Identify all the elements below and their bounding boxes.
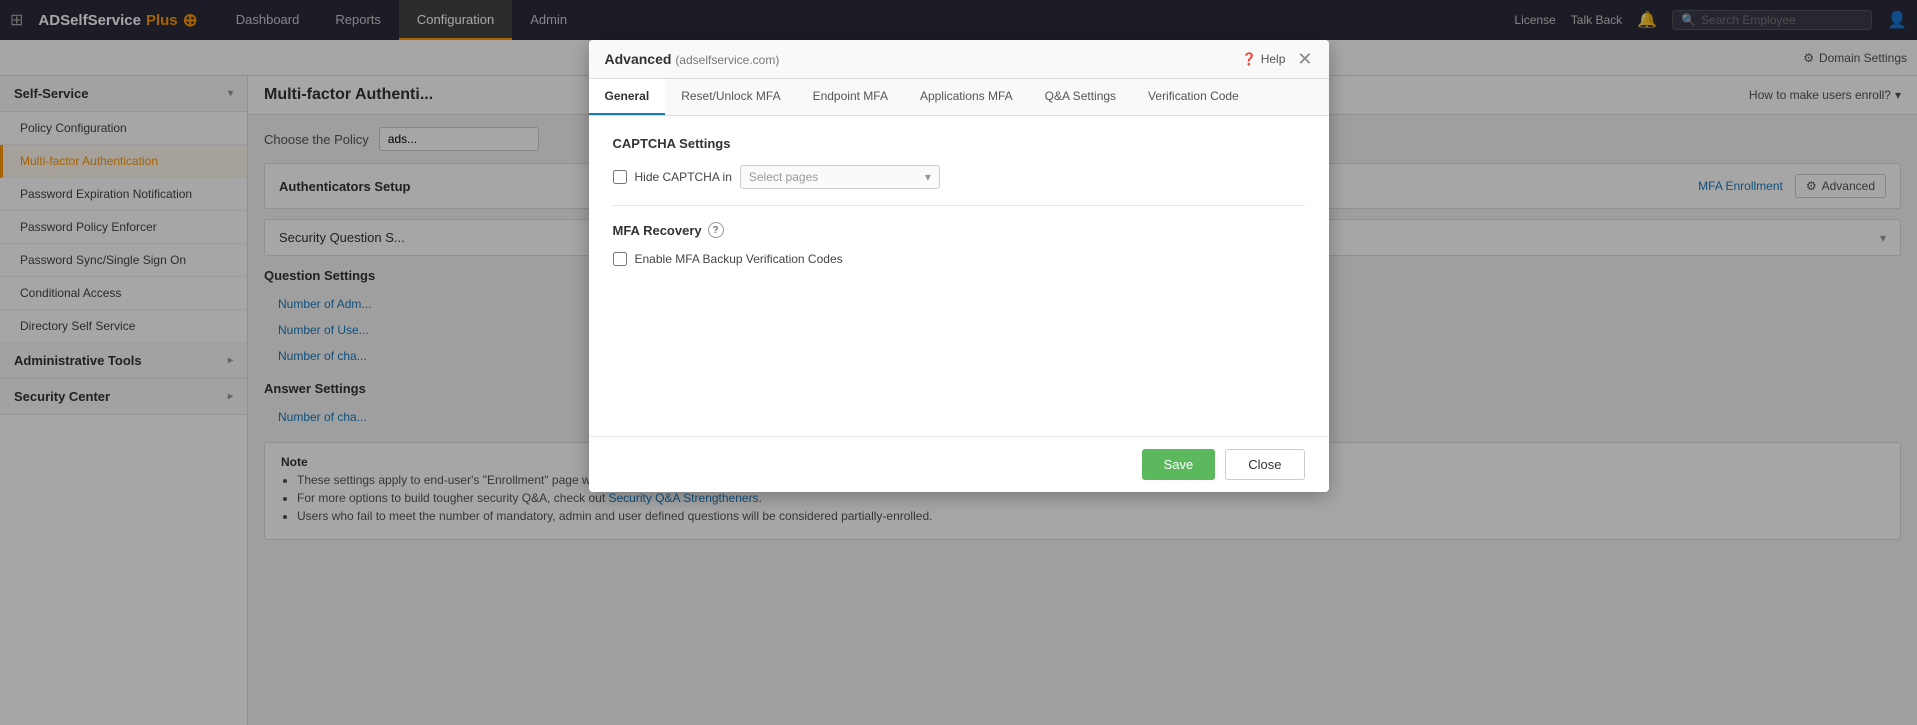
modal-tab-endpoint-mfa[interactable]: Endpoint MFA <box>797 79 904 115</box>
modal-tab-reset-unlock-mfa[interactable]: Reset/Unlock MFA <box>665 79 796 115</box>
modal-title-text: Advanced <box>605 51 672 67</box>
modal-tab-qa-settings[interactable]: Q&A Settings <box>1029 79 1132 115</box>
hide-captcha-label: Hide CAPTCHA in <box>635 170 732 184</box>
mfa-recovery-label: MFA Recovery <box>613 223 702 238</box>
select-pages-placeholder: Select pages <box>749 170 818 184</box>
hide-captcha-checkbox[interactable] <box>613 170 627 184</box>
section-divider <box>613 205 1305 206</box>
modal-tab-verification-code[interactable]: Verification Code <box>1132 79 1255 115</box>
modal-tab-applications-mfa[interactable]: Applications MFA <box>904 79 1029 115</box>
modal-title: Advanced (adselfservice.com) <box>605 51 780 67</box>
help-label: Help <box>1261 52 1286 66</box>
enable-backup-label: Enable MFA Backup Verification Codes <box>635 252 843 266</box>
modal-body: CAPTCHA Settings Hide CAPTCHA in Select … <box>589 116 1329 436</box>
mfa-recovery-heading: MFA Recovery ? <box>613 222 1305 238</box>
hide-captcha-row: Hide CAPTCHA in Select pages ▾ <box>613 165 1305 189</box>
modal-subdomain: (adselfservice.com) <box>675 53 779 67</box>
modal-overlay: Advanced (adselfservice.com) ❓ Help ✕ Ge… <box>0 0 1917 725</box>
select-pages-dropdown[interactable]: Select pages ▾ <box>740 165 940 189</box>
save-button[interactable]: Save <box>1142 449 1216 480</box>
help-button[interactable]: ❓ Help <box>1242 52 1286 66</box>
advanced-modal: Advanced (adselfservice.com) ❓ Help ✕ Ge… <box>589 40 1329 492</box>
modal-tabs: General Reset/Unlock MFA Endpoint MFA Ap… <box>589 79 1329 116</box>
captcha-section-heading: CAPTCHA Settings <box>613 136 1305 151</box>
modal-footer: Save Close <box>589 436 1329 492</box>
close-button[interactable]: Close <box>1225 449 1304 480</box>
question-circle-icon: ❓ <box>1242 52 1257 66</box>
dropdown-arrow-icon: ▾ <box>925 170 931 184</box>
modal-close-button[interactable]: ✕ <box>1297 50 1312 68</box>
modal-tab-general[interactable]: General <box>589 79 666 115</box>
modal-header: Advanced (adselfservice.com) ❓ Help ✕ <box>589 40 1329 79</box>
enable-backup-checkbox[interactable] <box>613 252 627 266</box>
enable-backup-row: Enable MFA Backup Verification Codes <box>613 252 1305 266</box>
mfa-recovery-help-icon[interactable]: ? <box>708 222 724 238</box>
modal-header-actions: ❓ Help ✕ <box>1242 50 1313 68</box>
